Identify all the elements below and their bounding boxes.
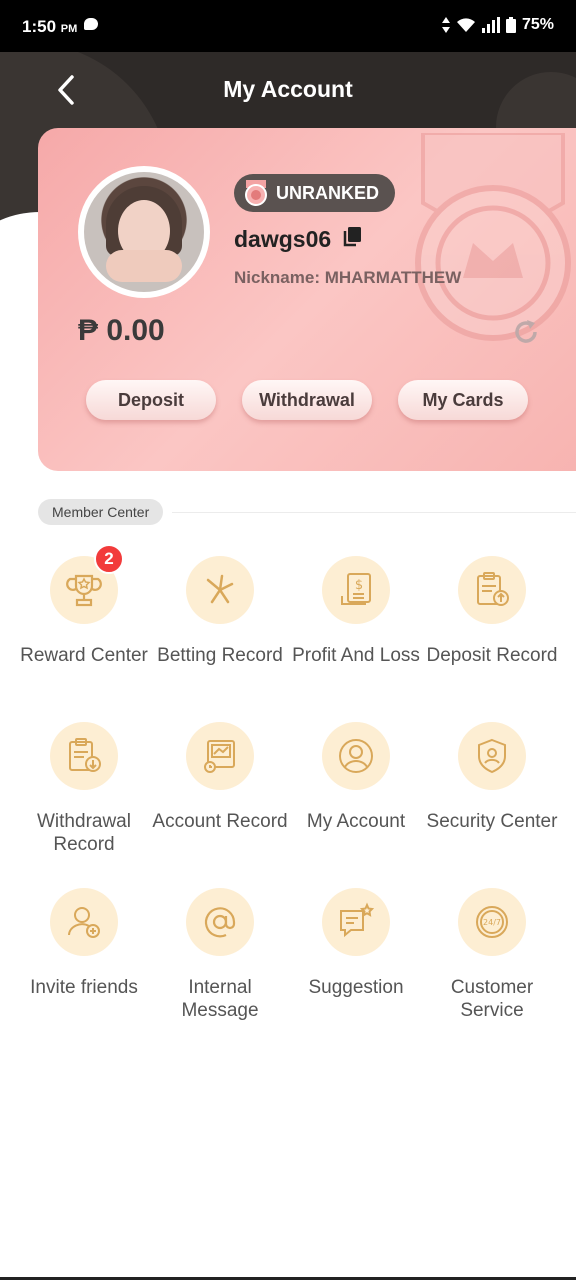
betting-record-label: Betting Record	[157, 645, 283, 666]
page-title: My Account	[223, 76, 353, 102]
my-account-item[interactable]: My Account	[288, 722, 424, 888]
at-icon	[204, 907, 236, 938]
icon-circle	[322, 888, 390, 956]
icon-circle: $	[322, 556, 390, 624]
icon-circle	[322, 722, 390, 790]
balance: ₱ 0.00	[78, 314, 165, 347]
invite-friends-label: Invite friends	[30, 977, 138, 998]
withdrawal-button[interactable]: Withdrawal	[242, 380, 372, 420]
invite-friends-item[interactable]: Invite friends	[16, 888, 152, 1054]
betting-record-item[interactable]: Betting Record	[152, 556, 288, 722]
withdrawal-record-label: Withdrawal Record	[37, 811, 131, 855]
battery-icon	[505, 17, 516, 33]
chat-star-icon	[340, 902, 375, 938]
status-time-ampm: PM	[60, 23, 78, 35]
account-record-item[interactable]: Account Record	[152, 722, 288, 888]
grid-row: Withdrawal Record Account Record My Acco…	[16, 722, 560, 888]
message-notification-icon	[84, 18, 98, 30]
suggestion-label: Suggestion	[308, 977, 404, 998]
divider	[172, 512, 576, 513]
status-time: 1:50 PM	[22, 17, 77, 37]
deposit-record-item[interactable]: Deposit Record	[424, 556, 560, 722]
svg-text:$: $	[355, 578, 363, 593]
my-cards-button[interactable]: My Cards	[398, 380, 528, 420]
nickname: Nickname: MHARMATTHEW	[234, 268, 462, 287]
document-dollar-icon: $	[341, 573, 371, 605]
reward-center-label: Reward Center	[20, 645, 148, 666]
shield-icon	[478, 738, 506, 774]
icon-circle	[458, 722, 526, 790]
section-title-member-center: Member Center	[38, 499, 164, 525]
icon-circle	[186, 888, 254, 956]
status-time-value: 1:50	[22, 17, 57, 36]
icon-circle	[50, 722, 118, 790]
username: dawgs06	[234, 226, 332, 252]
profit-and-loss-label: Profit And Loss	[292, 645, 420, 666]
wifi-icon	[456, 18, 475, 32]
medal-watermark-icon	[415, 133, 571, 341]
security-center-item[interactable]: Security Center	[424, 722, 560, 888]
username-row: dawgs06	[234, 226, 362, 253]
icon-circle	[186, 556, 254, 624]
refresh-icon[interactable]	[512, 318, 540, 351]
reward-center-item[interactable]: 2 Reward Center	[16, 544, 152, 722]
suggestion-item[interactable]: Suggestion	[288, 888, 424, 1054]
trophy-icon	[66, 574, 102, 607]
icon-circle	[458, 556, 526, 624]
user-icon	[339, 739, 373, 773]
internal-message-item[interactable]: Internal Message	[152, 888, 288, 1054]
internal-message-label: Internal Message	[181, 977, 259, 1021]
status-bar: 1:50 PM 75%	[0, 0, 576, 52]
withdrawal-record-item[interactable]: Withdrawal Record	[16, 722, 152, 888]
rank-badge: UNRANKED	[234, 174, 395, 212]
my-account-label: My Account	[306, 811, 406, 832]
icon-circle	[50, 888, 118, 956]
member-center-grid: 2 Reward Center Betting Record $ Profit …	[16, 544, 560, 1054]
icon-circle: 2	[50, 544, 124, 624]
customer-service-label: Customer Service	[450, 977, 534, 1021]
signal-icon	[481, 17, 500, 33]
avatar[interactable]	[78, 166, 210, 298]
support-24-7-icon: 24/7	[476, 906, 508, 938]
deposit-button[interactable]: Deposit	[86, 380, 216, 420]
battery-percent: 75%	[521, 16, 554, 33]
security-center-label: Security Center	[426, 811, 558, 832]
svg-text:24/7: 24/7	[483, 918, 501, 927]
user-add-icon	[68, 907, 100, 938]
avatar-image	[84, 172, 204, 292]
notification-badge: 2	[94, 544, 124, 574]
rank-medal-icon	[245, 180, 267, 206]
grid-row: 2 Reward Center Betting Record $ Profit …	[16, 544, 560, 722]
clipboard-upload-icon	[477, 572, 509, 606]
profile-card: UNRANKED dawgs06 Nickname: MHARMATTHEW ₱…	[38, 128, 576, 471]
icon-circle: 24/7	[458, 888, 526, 956]
grid-row: Invite friends Internal Message Suggesti…	[16, 888, 560, 1054]
customer-service-item[interactable]: 24/7 Customer Service	[424, 888, 560, 1054]
profit-and-loss-item[interactable]: $ Profit And Loss	[288, 556, 424, 722]
account-record-icon	[204, 740, 235, 773]
copy-icon[interactable]	[343, 227, 362, 252]
betting-icon	[206, 574, 234, 604]
icon-circle	[186, 722, 254, 790]
status-icons: 75%	[441, 16, 554, 34]
data-arrows-icon	[441, 17, 450, 33]
deposit-record-label: Deposit Record	[426, 645, 558, 666]
account-record-label: Account Record	[152, 811, 288, 832]
clipboard-download-icon	[69, 738, 101, 772]
rank-label: UNRANKED	[276, 182, 379, 203]
